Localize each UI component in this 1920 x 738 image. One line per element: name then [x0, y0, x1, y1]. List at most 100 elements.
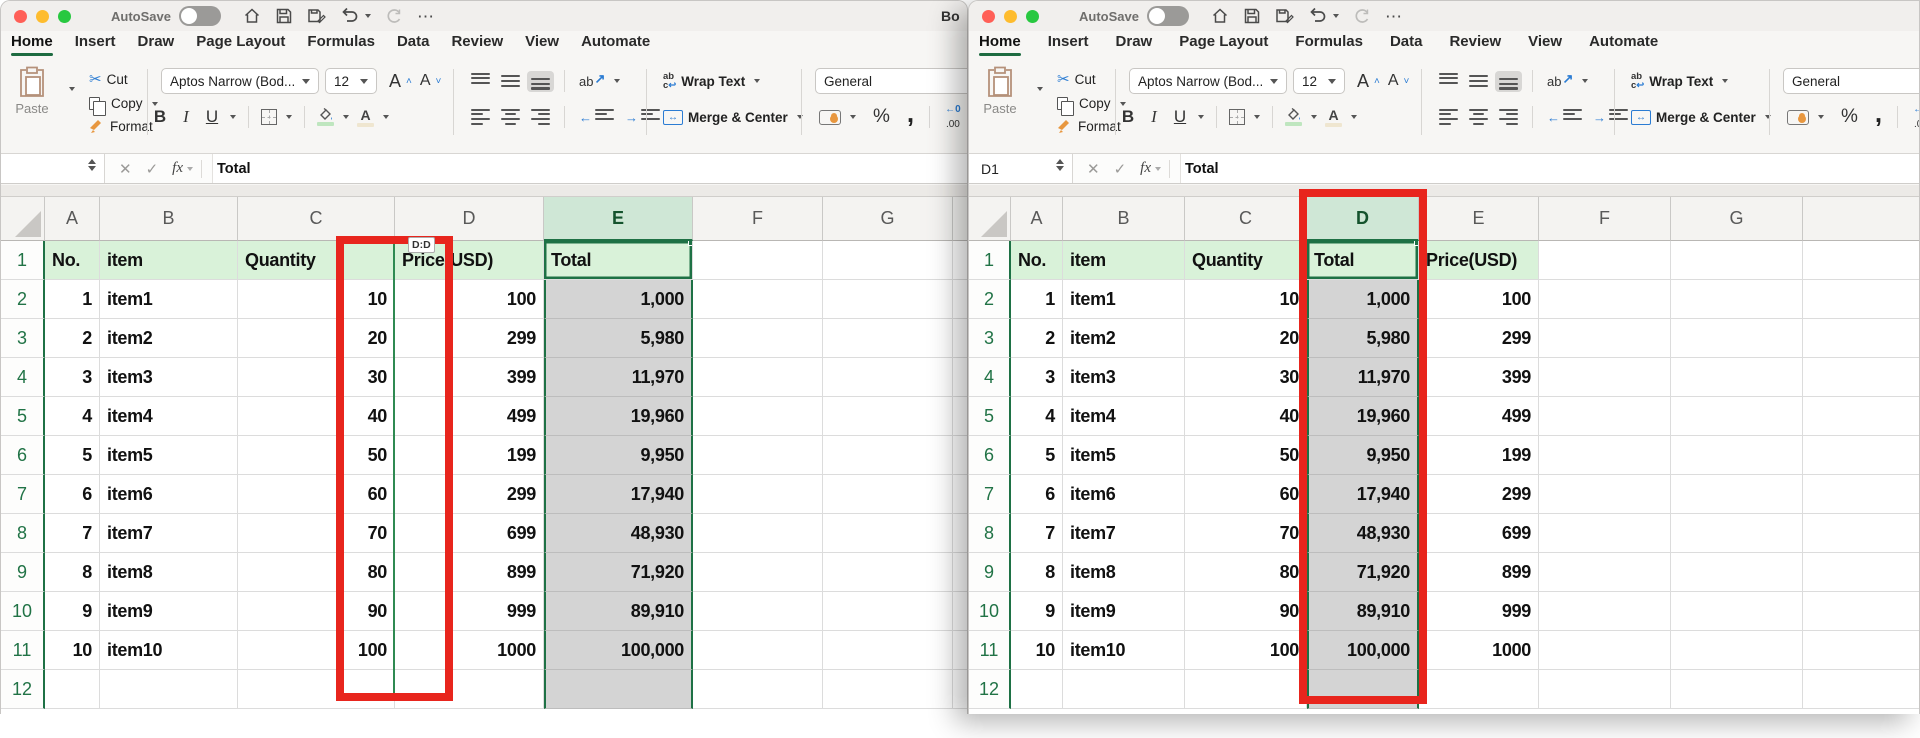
- cell-C8[interactable]: 70: [1185, 514, 1307, 553]
- align-left-button[interactable]: [467, 107, 494, 128]
- cell-G8[interactable]: [823, 514, 953, 553]
- cell-D1[interactable]: Total: [1307, 241, 1419, 280]
- row-header-4[interactable]: 4: [1, 358, 45, 397]
- cell-A11[interactable]: 10: [45, 631, 100, 670]
- fill-color-button[interactable]: [1281, 106, 1321, 128]
- cell-F7[interactable]: [693, 475, 823, 514]
- cell-F3[interactable]: [693, 319, 823, 358]
- cell-B5[interactable]: item4: [1063, 397, 1185, 436]
- tab-data[interactable]: Data: [397, 31, 430, 56]
- cell-F12[interactable]: [693, 670, 823, 709]
- cell-D2[interactable]: 100: [395, 280, 544, 319]
- zoom-button[interactable]: [1026, 10, 1039, 23]
- decrease-decimal-button[interactable]: ←0 .00: [1909, 103, 1920, 132]
- number-format-select[interactable]: General: [815, 68, 968, 94]
- cell-B2[interactable]: item1: [1063, 280, 1185, 319]
- borders-button[interactable]: [257, 107, 296, 127]
- cell-F7[interactable]: [1539, 475, 1671, 514]
- cell-G11[interactable]: [1671, 631, 1803, 670]
- cell-E11[interactable]: 1000: [1419, 631, 1539, 670]
- undo-chevron-icon[interactable]: [365, 14, 371, 18]
- cell-E3[interactable]: 5,980: [544, 319, 693, 358]
- select-all-corner[interactable]: [969, 197, 1011, 241]
- align-bottom-button[interactable]: [1495, 71, 1522, 92]
- row-header-9[interactable]: 9: [969, 553, 1011, 592]
- orientation-button[interactable]: ab↗: [575, 71, 624, 91]
- cell-A10[interactable]: 9: [45, 592, 100, 631]
- cell-A10[interactable]: 9: [1011, 592, 1063, 631]
- cell-E7[interactable]: 17,940: [544, 475, 693, 514]
- cell-E2[interactable]: 1,000: [544, 280, 693, 319]
- percent-format-button[interactable]: %: [1837, 104, 1862, 130]
- cell-E6[interactable]: 199: [1419, 436, 1539, 475]
- tab-data[interactable]: Data: [1390, 31, 1423, 56]
- autosave-toggle[interactable]: [1147, 6, 1189, 26]
- cancel-icon[interactable]: ✕: [119, 160, 132, 178]
- row-header-12[interactable]: 12: [969, 670, 1011, 709]
- cell-D10[interactable]: 89,910: [1307, 592, 1419, 631]
- cell-B11[interactable]: item10: [1063, 631, 1185, 670]
- bold-button[interactable]: B: [147, 105, 173, 129]
- currency-format-button[interactable]: [815, 108, 860, 127]
- cell-B7[interactable]: item6: [1063, 475, 1185, 514]
- cell-A12[interactable]: [45, 670, 100, 709]
- tab-home[interactable]: Home: [979, 31, 1021, 56]
- row-header-8[interactable]: 8: [969, 514, 1011, 553]
- cell-A12[interactable]: [1011, 670, 1063, 709]
- home-icon[interactable]: [243, 7, 261, 25]
- zoom-button[interactable]: [58, 10, 71, 23]
- row-header-11[interactable]: 11: [969, 631, 1011, 670]
- column-header-A[interactable]: A: [45, 197, 100, 241]
- cell-G7[interactable]: [1671, 475, 1803, 514]
- save-as-icon[interactable]: [307, 7, 326, 25]
- row-header-9[interactable]: 9: [1, 553, 45, 592]
- cell-D5[interactable]: 19,960: [1307, 397, 1419, 436]
- cell-E9[interactable]: 71,920: [544, 553, 693, 592]
- cut-button[interactable]: ✂ Cut: [85, 68, 162, 90]
- paste-button[interactable]: Paste: [977, 65, 1023, 136]
- cell-F3[interactable]: [1539, 319, 1671, 358]
- minimize-button[interactable]: [36, 10, 49, 23]
- row-header-1[interactable]: 1: [969, 241, 1011, 280]
- cell-C10[interactable]: 90: [238, 592, 395, 631]
- cell-C6[interactable]: 50: [238, 436, 395, 475]
- cell-B1[interactable]: item: [100, 241, 238, 280]
- row-header-6[interactable]: 6: [969, 436, 1011, 475]
- cell-G2[interactable]: [1671, 280, 1803, 319]
- align-middle-button[interactable]: [497, 71, 524, 92]
- cell-G6[interactable]: [823, 436, 953, 475]
- align-top-button[interactable]: [1435, 71, 1462, 92]
- decrease-decimal-button[interactable]: ←0 .00: [941, 103, 965, 132]
- cell-F6[interactable]: [693, 436, 823, 475]
- cancel-icon[interactable]: ✕: [1087, 160, 1100, 178]
- cell-D6[interactable]: 9,950: [1307, 436, 1419, 475]
- cell-G7[interactable]: [823, 475, 953, 514]
- row-header-3[interactable]: 3: [969, 319, 1011, 358]
- cell-C9[interactable]: 80: [238, 553, 395, 592]
- column-header-D[interactable]: D: [1307, 197, 1419, 241]
- cell-B3[interactable]: item2: [1063, 319, 1185, 358]
- cell-E1[interactable]: Total: [544, 241, 693, 280]
- fill-handle[interactable]: [688, 241, 693, 246]
- cell-D12[interactable]: [395, 670, 544, 709]
- font-name-select[interactable]: Aptos Narrow (Bod...: [161, 68, 319, 94]
- underline-button[interactable]: U: [1167, 105, 1208, 129]
- cell-G1[interactable]: [1671, 241, 1803, 280]
- cell-F11[interactable]: [1539, 631, 1671, 670]
- row-header-3[interactable]: 3: [1, 319, 45, 358]
- cell-E2[interactable]: 100: [1419, 280, 1539, 319]
- cell-A8[interactable]: 7: [45, 514, 100, 553]
- cell-A4[interactable]: 3: [1011, 358, 1063, 397]
- cell-B9[interactable]: item8: [1063, 553, 1185, 592]
- decrease-indent-button[interactable]: ←: [1543, 107, 1586, 128]
- italic-button[interactable]: I: [1141, 105, 1167, 129]
- confirm-icon[interactable]: ✓: [1114, 160, 1127, 178]
- insert-function-icon[interactable]: fx: [1140, 160, 1151, 177]
- tab-formulas[interactable]: Formulas: [307, 31, 375, 56]
- align-right-button[interactable]: [1495, 107, 1522, 128]
- row-header-1[interactable]: 1: [1, 241, 45, 280]
- fill-handle[interactable]: [1414, 241, 1419, 246]
- borders-button[interactable]: [1225, 107, 1264, 127]
- column-header-B[interactable]: B: [100, 197, 238, 241]
- cell-F11[interactable]: [693, 631, 823, 670]
